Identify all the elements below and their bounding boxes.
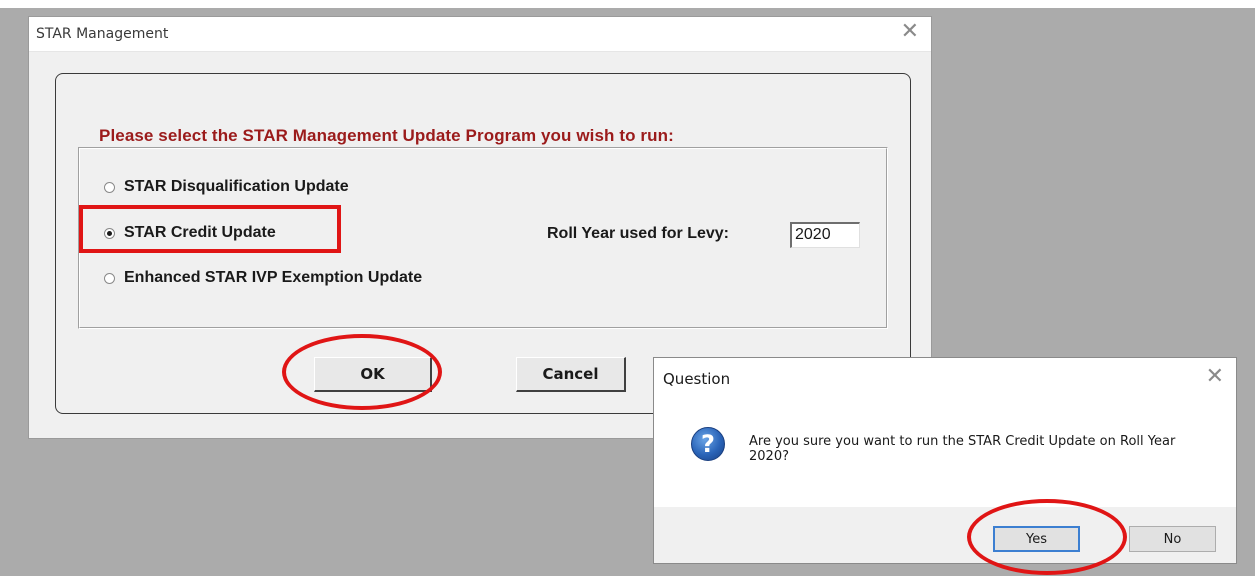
- close-icon[interactable]: ✕: [1206, 366, 1224, 388]
- option-enhanced-ivp[interactable]: Enhanced STAR IVP Exemption Update: [104, 267, 422, 289]
- annotation-highlight-box: [79, 205, 341, 253]
- window-titlebar: STAR Management ✕: [29, 17, 931, 52]
- annotation-yes-circle: [967, 499, 1127, 575]
- dialog-titlebar: Question ✕: [654, 358, 1236, 398]
- option-disqualification[interactable]: STAR Disqualification Update: [104, 176, 349, 198]
- dialog-body: ? Are you sure you want to run the STAR …: [654, 398, 1236, 507]
- close-icon[interactable]: ✕: [901, 21, 919, 43]
- cancel-button[interactable]: Cancel: [516, 357, 626, 392]
- radio-button[interactable]: [104, 272, 115, 284]
- option-label: Enhanced STAR IVP Exemption Update: [124, 269, 423, 286]
- dialog-message: Are you sure you want to run the STAR Cr…: [749, 434, 1176, 464]
- prompt-text: Please select the STAR Management Update…: [99, 126, 674, 145]
- annotation-ok-circle: [282, 334, 442, 410]
- no-button[interactable]: No: [1129, 526, 1216, 552]
- radio-button[interactable]: [104, 181, 115, 193]
- roll-year-label: Roll Year used for Levy:: [547, 225, 729, 242]
- window-title: STAR Management: [36, 26, 169, 42]
- question-icon: ?: [691, 427, 725, 461]
- question-dialog: Question ✕ ? Are you sure you want to ru…: [653, 357, 1237, 564]
- option-label: STAR Disqualification Update: [124, 178, 349, 195]
- roll-year-input[interactable]: 2020: [790, 222, 860, 248]
- dialog-title: Question: [663, 370, 731, 388]
